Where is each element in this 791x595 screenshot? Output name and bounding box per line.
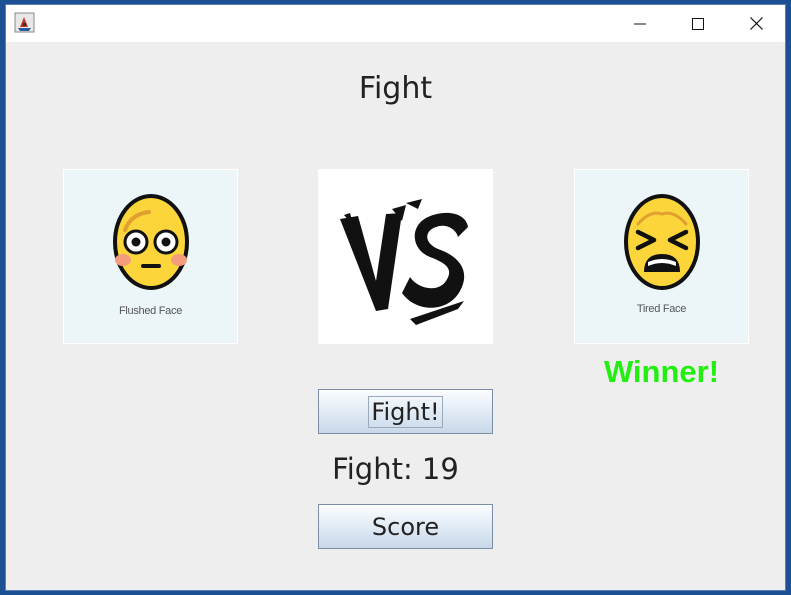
score-button[interactable]: Score xyxy=(318,504,493,549)
right-contender-caption: Tired Face xyxy=(636,303,687,315)
right-contender-card: Tired Face xyxy=(574,169,749,344)
close-icon xyxy=(749,17,763,30)
app-window: Fight Flushed Face Tired Face Winner! Fi… xyxy=(5,4,786,591)
vs-image xyxy=(318,169,493,344)
fight-button[interactable]: Fight! xyxy=(318,389,493,434)
java-app-icon xyxy=(14,12,35,33)
fight-counter: Fight: 19 xyxy=(332,452,459,486)
flushed-face-icon xyxy=(113,194,189,290)
maximize-button[interactable] xyxy=(669,5,727,42)
minimize-icon xyxy=(634,23,646,24)
title-bar[interactable] xyxy=(6,5,785,42)
maximize-icon xyxy=(692,17,704,30)
page-title: Fight xyxy=(358,71,433,106)
tired-face-icon xyxy=(624,194,700,290)
fight-button-label: Fight! xyxy=(368,395,443,428)
vs-icon xyxy=(340,199,468,325)
left-contender-caption: Flushed Face xyxy=(118,305,183,317)
score-button-label: Score xyxy=(371,512,440,541)
minimize-button[interactable] xyxy=(611,5,669,42)
close-button[interactable] xyxy=(727,5,785,42)
winner-label: Winner! xyxy=(603,354,720,389)
left-contender-card: Flushed Face xyxy=(63,169,238,344)
